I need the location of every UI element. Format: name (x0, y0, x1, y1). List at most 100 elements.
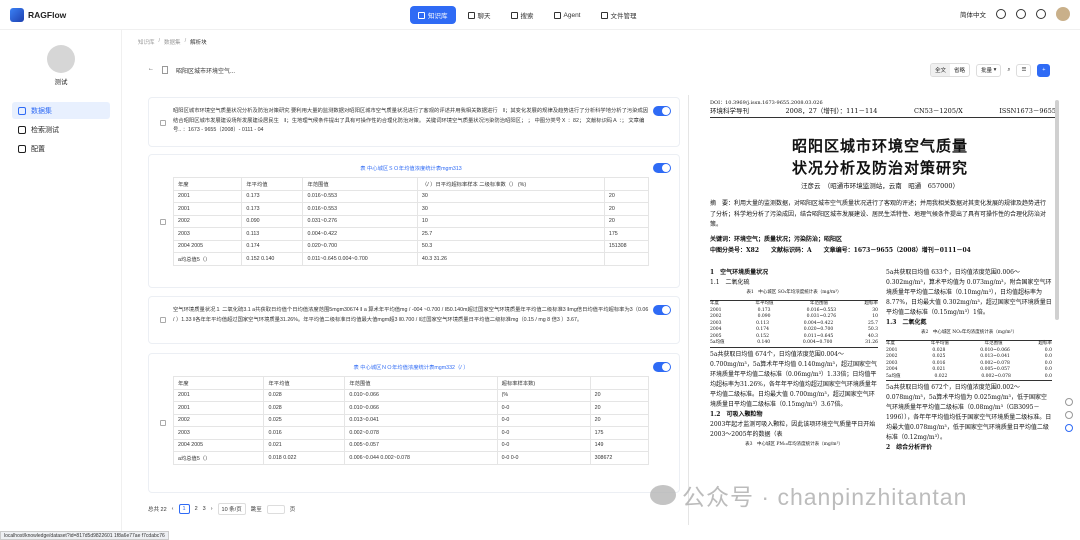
chunk-checkbox[interactable] (160, 420, 166, 426)
gear-icon (18, 144, 26, 153)
nav-chat[interactable]: 聊天 (460, 6, 499, 24)
table-cell: 20 (603, 214, 650, 228)
add-chunk-button[interactable]: + (1037, 63, 1051, 77)
sidebar-item-retrieval-test[interactable]: 检索测试 (12, 121, 110, 138)
chunk-enable-toggle[interactable] (653, 106, 671, 116)
page-3[interactable]: 3 (203, 506, 206, 512)
translate-icon[interactable] (1065, 411, 1073, 419)
breadcrumb-dataset[interactable]: 数据集 (164, 38, 181, 46)
back-icon[interactable]: ← (148, 66, 154, 75)
chat-icon (467, 11, 475, 19)
table-cell: 2001 (172, 401, 265, 415)
table-cell: 0.113 (241, 227, 304, 241)
chunk-enable-toggle[interactable] (653, 362, 671, 372)
pdf-right-column: 5a共获取日均值 633个，日均值浓度范围0.006～0.302mg/m³，算术… (886, 269, 1052, 451)
breadcrumb-kb[interactable]: 知识库 (138, 38, 155, 46)
table-cell: 0.174 (241, 239, 304, 253)
next-page-icon[interactable]: › (211, 506, 213, 512)
nav-agent[interactable]: Agent (546, 6, 589, 24)
github-icon[interactable] (996, 9, 1006, 19)
settings-icon[interactable] (1036, 9, 1046, 19)
chunk-checkbox[interactable] (160, 317, 166, 323)
table-cell: 2001 (172, 202, 243, 216)
chunk-checkbox[interactable] (160, 120, 166, 126)
table-cell: 0-0 (496, 438, 591, 452)
table-cell: 30 (416, 202, 605, 216)
table-cell: 年平均值 (263, 376, 346, 390)
table-cell: 0.002~0.078 (344, 426, 498, 440)
expand-icon[interactable] (1065, 398, 1073, 406)
table-cell: 年度 (172, 376, 265, 390)
table-cell: 0.173 (241, 189, 304, 203)
sidebar-item-dataset[interactable]: 数据集 (12, 102, 110, 119)
language-select[interactable]: 简体中文 (960, 9, 986, 19)
table-cell: 25.7 (416, 227, 605, 241)
filter-button[interactable]: ☰ (1016, 63, 1032, 77)
assistant-icon[interactable] (1065, 424, 1073, 432)
batch-dropdown[interactable]: 批量 ▾ (976, 63, 1002, 77)
table-cell: 0.020~0.700 (302, 239, 418, 253)
chunk-card[interactable]: 表 中心城区ＳＯ年均值浓度统计表mgm313 年度 年平均值 年范围值 （/ ）日平均… (148, 154, 680, 288)
table-cell: 0.016 (263, 426, 346, 440)
top-right-tools: 简体中文 (960, 7, 1070, 21)
chunk-enable-toggle[interactable] (653, 163, 671, 173)
table-cell: 0-0 (496, 426, 591, 440)
search-icon[interactable]: ⌕ (1007, 67, 1010, 74)
pdf-author: 汪彦云 （昭通市环境监测站，云南 昭通 657000） (800, 182, 960, 190)
chunk-card[interactable]: 昭阳区城市环境空气质量状况分析及防治对策研究 要利用大量的监测数据对昭阳区城市空… (148, 97, 680, 147)
nav-search[interactable]: 搜索 (503, 6, 542, 24)
table-cell: 0.031~0.276 (302, 214, 418, 228)
plus-icon: + (1042, 67, 1046, 73)
chunk-card[interactable]: 空气环境质量状况１ 二氧化硫3.1 a共获取日均值个日均值浓度范围5mgm306… (148, 296, 680, 344)
user-avatar[interactable] (1056, 7, 1070, 21)
pdf-classify: 中图分类号：X82 文献标识码：A 文章编号：1673－9655（2008）增刊… (710, 247, 971, 254)
table-row: 2001 0.028 0.010~0.066 0-0 20 (172, 401, 650, 415)
folder-icon (600, 11, 608, 19)
chunk-table: 年度 年平均值 年范围值 超标率样本数) 2001 0.028 0.010~0.066 (% 2… (172, 376, 650, 465)
table-cell: 超标率样本数) (496, 376, 591, 390)
sidebar-item-config[interactable]: 配置 (12, 140, 110, 157)
search-icon (510, 11, 518, 19)
page-2[interactable]: 2 (195, 506, 198, 512)
chunk-card[interactable]: 表 中心城区ＮＯ年均值浓度统计表mgm332（/ ） 年度 年平均值 年范围值 超标率… (148, 353, 680, 493)
table-cell: 0.021 (263, 438, 346, 452)
table-cell: a均总值5（） (172, 252, 243, 266)
table-row: a均总值5（） 0.018 0.022 0.006~0.044 0.002~0.07… (172, 451, 650, 465)
full-text-button[interactable]: 全文 (931, 64, 951, 76)
page-1[interactable]: 1 (178, 504, 190, 514)
nav-file-manager[interactable]: 文件管理 (593, 6, 645, 24)
table-cell: 0.004~0.422 (302, 227, 418, 241)
nav-knowledge-base[interactable]: 知识库 (410, 6, 456, 24)
table-row: 年度 年平均值 年范围值 超标率样本数) (172, 376, 650, 390)
theme-toggle-icon[interactable] (1016, 9, 1026, 19)
table-cell (603, 252, 650, 266)
chunk-enable-toggle[interactable] (653, 305, 671, 315)
pdf-left-column: 1 空气环境质量状况 1.1 二氧化硫 表1 中心城区 SO₂年均浓度统计表（m… (710, 269, 878, 447)
view-mode-toggle: 全文 省略 (930, 63, 971, 77)
agent-icon (553, 11, 561, 19)
table-row: 2003 0.113 0.004~0.422 25.7 175 (172, 227, 650, 241)
table-cell: 年范围值 (344, 376, 498, 390)
jump-label: 跳至 (250, 507, 262, 513)
top-bar: RAGFlow 知识库 聊天 搜索 Agent 文件管理 简体中文 (0, 0, 1080, 30)
table-cell: 0.010~0.066 (344, 401, 498, 415)
jump-input[interactable] (266, 504, 285, 514)
page-size-select[interactable]: 10 条/页 (217, 503, 246, 515)
panel-divider[interactable] (688, 95, 689, 525)
table-cell: 10 (416, 214, 605, 228)
table-cell: 0-0 0-0 (496, 451, 591, 465)
app-logo[interactable]: RAGFlow (10, 8, 66, 22)
prev-page-icon[interactable]: ‹ (172, 506, 174, 512)
file-name: 昭阳区城市环境空气... (176, 69, 236, 75)
table-cell: 0.010~0.066 (344, 388, 498, 402)
table-cell: 149 (589, 438, 650, 452)
chunk-checkbox[interactable] (160, 219, 166, 225)
table-cell: 年范围值 (302, 177, 418, 191)
pdf-scrollbar[interactable] (1055, 100, 1059, 320)
omit-button[interactable]: 省略 (950, 64, 969, 76)
retrieval-icon (18, 125, 26, 134)
side-rail (1065, 398, 1073, 432)
table-cell: 0.016~0.553 (302, 189, 418, 203)
table-cell: 0.005~0.057 (344, 438, 498, 452)
table-cell: 0.011~0.645 0.004~0.700 (302, 252, 418, 266)
